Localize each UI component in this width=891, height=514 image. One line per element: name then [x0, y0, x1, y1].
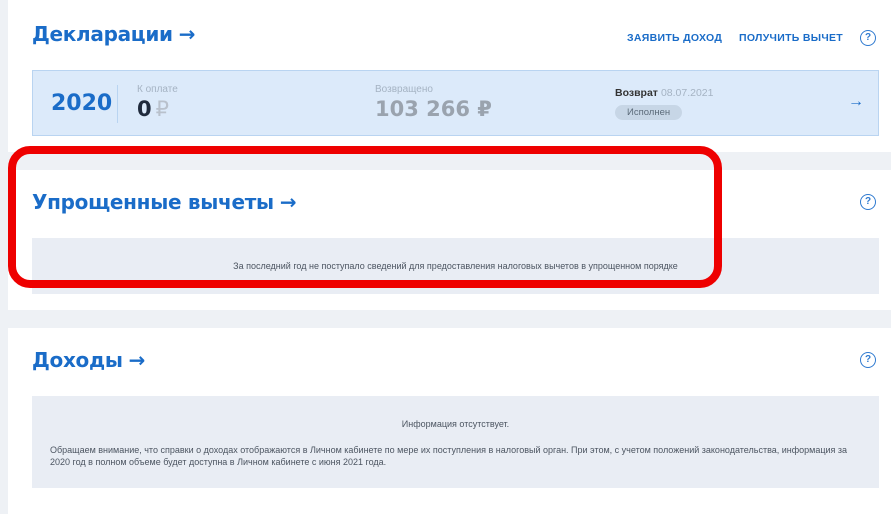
arrow-right-icon: →: [178, 22, 196, 46]
income-title: Доходы: [32, 348, 123, 372]
declare-income-link[interactable]: ЗАЯВИТЬ ДОХОД: [627, 32, 722, 44]
help-icon[interactable]: ?: [860, 194, 876, 210]
to-pay-label: К оплате: [137, 84, 178, 95]
income-title-link[interactable]: Доходы →: [32, 348, 145, 372]
simplified-deductions-message: За последний год не поступало сведений д…: [233, 261, 678, 271]
arrow-right-icon: →: [279, 190, 297, 214]
simplified-deductions-title: Упрощенные вычеты: [32, 190, 274, 214]
simplified-deductions-info: За последний год не поступало сведений д…: [32, 238, 879, 294]
returned-label: Возвращено: [375, 84, 433, 95]
status-badge: Исполнен: [615, 105, 683, 120]
income-info-text: Обращаем внимание, что справки о доходах…: [50, 445, 848, 467]
income-info: Информация отсутствует. Обращаем внимани…: [32, 396, 879, 488]
simplified-deductions-section: Упрощенные вычеты → ? За последний год не…: [8, 170, 891, 310]
simplified-deductions-title-link[interactable]: Упрощенные вычеты →: [32, 190, 297, 214]
declarations-section: Декларации → ЗАЯВИТЬ ДОХОД ПОЛУЧИТЬ ВЫЧЕТ…: [8, 0, 891, 152]
income-section: Доходы → ? Информация отсутствует. Обраща…: [8, 328, 891, 514]
declarations-title-link[interactable]: Декларации →: [32, 22, 196, 46]
declaration-year: 2020: [51, 91, 113, 116]
get-deduction-link[interactable]: ПОЛУЧИТЬ ВЫЧЕТ: [739, 32, 843, 44]
tax-cabinet-page: Декларации → ЗАЯВИТЬ ДОХОД ПОЛУЧИТЬ ВЫЧЕТ…: [0, 0, 891, 514]
arrow-right-icon[interactable]: →: [848, 93, 864, 111]
returned-amount: 103 266 ₽: [375, 97, 492, 121]
declarations-title: Декларации: [32, 22, 173, 46]
return-date: 08.07.2021: [660, 87, 714, 99]
return-info: Возврат 08.07.2021: [615, 87, 714, 99]
to-pay-amount: 0 ₽: [137, 97, 169, 121]
income-info-heading: Информация отсутствует.: [401, 419, 510, 429]
return-label: Возврат: [615, 87, 658, 99]
divider: [117, 85, 118, 123]
help-icon[interactable]: ?: [860, 30, 876, 46]
currency-ruble: ₽: [155, 97, 169, 121]
declaration-row-2020[interactable]: 2020 К оплате 0 ₽ Возвращено 103 266 ₽ Во…: [32, 70, 879, 136]
to-pay-value: 0: [137, 97, 152, 121]
help-icon[interactable]: ?: [860, 352, 876, 368]
arrow-right-icon: →: [128, 348, 146, 372]
